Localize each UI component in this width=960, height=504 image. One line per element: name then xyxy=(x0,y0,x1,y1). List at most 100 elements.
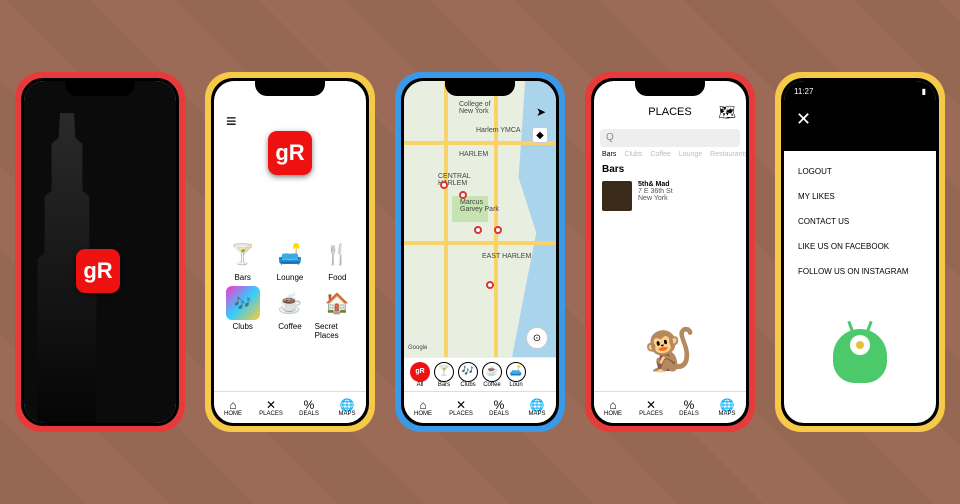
place-name: 5th& Mad xyxy=(638,181,673,188)
deals-icon: % xyxy=(494,399,505,411)
menu-instagram[interactable]: FOLLOW US ON INSTAGRAM xyxy=(798,259,922,284)
cat-label: Lounge xyxy=(277,273,304,282)
tab-lounge[interactable]: Lounge xyxy=(679,151,702,158)
status-time: 11:27 xyxy=(794,87,813,96)
menu-likes[interactable]: MY LIKES xyxy=(798,184,922,209)
tab-home[interactable]: ⌂HOME xyxy=(214,392,252,423)
music-icon: 🎶 xyxy=(226,286,260,320)
tab-maps[interactable]: 🌐MAPS xyxy=(708,392,746,423)
tab-label: HOME xyxy=(604,411,622,417)
coffee-icon: ☕ xyxy=(482,362,502,382)
tab-label: DEALS xyxy=(489,411,509,417)
map-pin[interactable] xyxy=(486,281,494,289)
battery-icon: ▮ xyxy=(922,87,926,96)
home-icon: ⌂ xyxy=(419,399,426,411)
tabbar: ⌂HOME ✕PLACES %DEALS 🌐MAPS xyxy=(594,391,746,423)
tab-restaurants[interactable]: Restaurants xyxy=(710,151,746,158)
tab-deals[interactable]: %DEALS xyxy=(480,392,518,423)
tab-deals[interactable]: %DEALS xyxy=(670,392,708,423)
tabbar: ⌂HOME ✕PLACES %DEALS 🌐MAPS xyxy=(214,391,366,423)
statusbar xyxy=(214,81,366,109)
phone-map: HARLEM CENTRAL HARLEM EAST HARLEM Colleg… xyxy=(395,72,565,432)
map-label: EAST HARLEM xyxy=(482,253,531,260)
cat-label: Secret Places xyxy=(315,322,360,340)
cat-label: Food xyxy=(328,273,346,282)
map-label: HARLEM xyxy=(459,151,488,158)
map-pin[interactable] xyxy=(474,226,482,234)
cat-coffee[interactable]: ☕Coffee xyxy=(267,286,312,340)
tab-home[interactable]: ⌂HOME xyxy=(404,392,442,423)
cat-label: Clubs xyxy=(232,322,252,331)
logo-text: gR xyxy=(275,140,304,166)
category-grid: 🍸Bars 🛋️Lounge 🍴Food 🎶 Clubs ☕Coffee 🏠 Sec… xyxy=(214,233,366,344)
tab-home[interactable]: ⌂HOME xyxy=(594,392,632,423)
tab-label: MAPS xyxy=(528,411,545,417)
tab-deals[interactable]: %DEALS xyxy=(290,392,328,423)
cat-secret[interactable]: 🏠 Secret Places xyxy=(315,286,360,340)
page-title: PLACES🗺 xyxy=(594,95,746,129)
cat-label: Bars xyxy=(234,273,250,282)
places-icon: ✕ xyxy=(646,399,656,411)
tab-places[interactable]: ✕PLACES xyxy=(442,392,480,423)
cat-lounge[interactable]: 🛋️Lounge xyxy=(267,237,312,282)
chip-label: All xyxy=(417,382,424,388)
close-icon[interactable]: ✕ xyxy=(796,109,811,130)
maps-icon: 🌐 xyxy=(720,399,735,411)
place-address: 7 E 36th St xyxy=(638,188,673,195)
places-icon: ✕ xyxy=(266,399,276,411)
house-icon: 🏠 xyxy=(320,286,354,320)
tab-label: HOME xyxy=(224,411,242,417)
chip-lounge[interactable]: 🛋️Loun xyxy=(506,362,526,388)
tab-coffee[interactable]: Coffee xyxy=(650,151,671,158)
tab-clubs[interactable]: Clubs xyxy=(624,151,642,158)
music-icon: 🎶 xyxy=(458,362,478,382)
deals-icon: % xyxy=(304,399,315,411)
map-pin[interactable] xyxy=(494,226,502,234)
maps-icon: 🌐 xyxy=(340,399,355,411)
tab-label: DEALS xyxy=(679,411,699,417)
tab-places[interactable]: ✕PLACES xyxy=(252,392,290,423)
locate-button[interactable]: ⊙ xyxy=(526,327,548,349)
chip-all[interactable]: gRAll xyxy=(410,362,430,388)
map-toggle-icon[interactable]: 🗺 xyxy=(718,104,736,121)
statusbar: 11:27 ▮ xyxy=(794,87,926,96)
cat-food[interactable]: 🍴Food xyxy=(315,237,360,282)
chip-label: Coffee xyxy=(483,382,501,388)
logo-text: gR xyxy=(83,258,112,284)
cat-clubs[interactable]: 🎶 Clubs xyxy=(220,286,265,340)
river xyxy=(512,81,556,357)
menu-contact[interactable]: CONTACT US xyxy=(798,209,922,234)
tab-maps[interactable]: 🌐MAPS xyxy=(518,392,556,423)
category-tabs: Bars Clubs Coffee Lounge Restaurants xyxy=(594,147,746,162)
map-label: Marcus Garvey Park xyxy=(460,199,499,213)
layers-icon[interactable]: ◆ xyxy=(532,127,548,143)
menu-logout[interactable]: LOGOUT xyxy=(798,159,922,184)
monkey-mascot: 🐒 xyxy=(644,326,696,375)
chip-bars[interactable]: 🍸Bars xyxy=(434,362,454,388)
map-canvas[interactable]: HARLEM CENTRAL HARLEM EAST HARLEM Colleg… xyxy=(404,81,556,357)
hamburger-icon[interactable]: ≡ xyxy=(226,111,237,132)
nav-arrow-icon[interactable]: ➤ xyxy=(536,105,546,119)
tab-maps[interactable]: 🌐MAPS xyxy=(328,392,366,423)
menu-facebook[interactable]: LIKE US ON FACEBOOK xyxy=(798,234,922,259)
logo-icon: gR xyxy=(410,362,430,382)
tab-places[interactable]: ✕PLACES xyxy=(632,392,670,423)
chip-label: Bars xyxy=(438,382,450,388)
maps-icon: 🌐 xyxy=(530,399,545,411)
tab-bars[interactable]: Bars xyxy=(602,151,616,158)
place-thumbnail xyxy=(602,181,632,211)
map-pin[interactable] xyxy=(440,181,448,189)
tab-label: PLACES xyxy=(449,411,473,417)
splash-bg: gR xyxy=(24,81,176,423)
phone-showcase-row: gR ≡ gR 🍸Bars 🛋️Lounge 🍴Food 🎶Clubs ☕Cof… xyxy=(0,0,960,504)
search-input[interactable]: Q xyxy=(600,129,740,147)
tab-label: DEALS xyxy=(299,411,319,417)
cat-bars[interactable]: 🍸Bars xyxy=(220,237,265,282)
map-pin[interactable] xyxy=(459,191,467,199)
chip-label: Loun xyxy=(509,382,522,388)
chip-coffee[interactable]: ☕Coffee xyxy=(482,362,502,388)
tab-label: PLACES xyxy=(259,411,283,417)
phone-home: ≡ gR 🍸Bars 🛋️Lounge 🍴Food 🎶 Clubs ☕Coffee… xyxy=(205,72,375,432)
chip-clubs[interactable]: 🎶Clubs xyxy=(458,362,478,388)
place-row[interactable]: 5th& Mad 7 E 36th St New York xyxy=(594,177,746,215)
